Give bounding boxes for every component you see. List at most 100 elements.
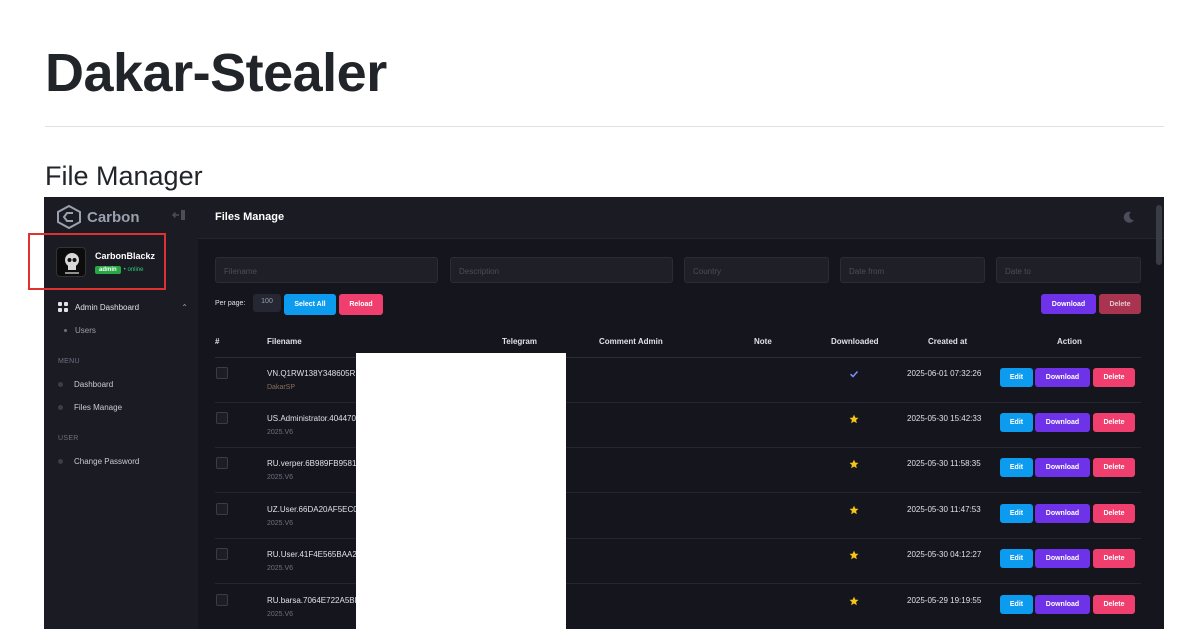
sidebar-item-users[interactable]: Users bbox=[64, 326, 96, 335]
col-header-telegram: Telegram bbox=[502, 337, 537, 346]
user-section-label: USER bbox=[58, 435, 79, 442]
filename-filter-input[interactable]: Filename bbox=[215, 257, 438, 283]
brand-name: Carbon bbox=[87, 208, 140, 226]
delete-button[interactable]: Delete bbox=[1093, 458, 1135, 477]
table-row: RU.User.41F4E565BAA2 2025.V6 2025-05-30 04… bbox=[198, 539, 1164, 584]
edit-button[interactable]: Edit bbox=[1000, 549, 1033, 568]
row-description: 2025.V6 bbox=[267, 565, 294, 572]
row-checkbox[interactable] bbox=[216, 548, 228, 560]
row-filename[interactable]: RU.barsa.7064E722A5BF bbox=[267, 596, 360, 605]
row-description: 2025.V6 bbox=[267, 474, 294, 481]
menu-section-label: MENU bbox=[58, 358, 80, 365]
collapse-sidebar-icon[interactable] bbox=[172, 209, 186, 221]
lock-icon bbox=[58, 459, 63, 464]
per-page-select[interactable]: 100 bbox=[253, 294, 281, 312]
col-header-comment-admin: Comment Admin bbox=[599, 337, 663, 346]
download-button[interactable]: Download bbox=[1035, 595, 1090, 614]
row-description: 2025.V6 bbox=[267, 429, 294, 436]
date-from-input[interactable]: Date from bbox=[840, 257, 985, 283]
sidebar-item-admin-dashboard[interactable]: Admin Dashboard ⌃ bbox=[58, 302, 188, 312]
row-description: 2025.V6 bbox=[267, 611, 294, 618]
star-icon bbox=[849, 459, 859, 469]
download-button[interactable]: Download bbox=[1035, 368, 1090, 387]
sidebar-item-label: Admin Dashboard bbox=[75, 302, 140, 312]
delete-button[interactable]: Delete bbox=[1093, 504, 1135, 523]
edit-button[interactable]: Edit bbox=[1000, 458, 1033, 477]
row-filename[interactable]: RU.verper.6B989FB9581 bbox=[267, 459, 356, 468]
redaction-block bbox=[356, 353, 566, 629]
files-icon bbox=[58, 405, 63, 410]
table-row: UZ.User.66DA20AF5EC0 2025.V6 2025-05-30 11… bbox=[198, 494, 1164, 539]
page-title: Dakar-Stealer bbox=[45, 43, 387, 103]
dashboard-icon bbox=[58, 382, 63, 387]
dashboard-grid-icon bbox=[58, 302, 68, 312]
table-row: RU.verper.6B989FB9581 2025.V6 2025-05-30 1… bbox=[198, 448, 1164, 493]
row-filename[interactable]: VN.Q1RW138Y348605RE bbox=[267, 369, 361, 378]
top-bar: Files Manage bbox=[198, 197, 1164, 239]
delete-button[interactable]: Delete bbox=[1093, 368, 1135, 387]
reload-button[interactable]: Reload bbox=[339, 294, 383, 315]
bulk-delete-button[interactable]: Delete bbox=[1099, 294, 1141, 314]
col-header-downloaded: Downloaded bbox=[831, 337, 879, 346]
edit-button[interactable]: Edit bbox=[1000, 368, 1033, 387]
sidebar-item-dashboard[interactable]: Dashboard bbox=[58, 380, 113, 389]
sidebar-item-label: Dashboard bbox=[74, 380, 114, 389]
sidebar-item-files-manage[interactable]: Files Manage bbox=[58, 403, 122, 412]
carbon-logo-icon bbox=[57, 205, 81, 229]
delete-button[interactable]: Delete bbox=[1093, 595, 1135, 614]
star-icon bbox=[849, 505, 859, 515]
delete-button[interactable]: Delete bbox=[1093, 549, 1135, 568]
description-filter-input[interactable]: Description bbox=[450, 257, 673, 283]
title-divider bbox=[45, 126, 1164, 127]
row-checkbox[interactable] bbox=[216, 412, 228, 424]
scrollbar[interactable] bbox=[1156, 205, 1162, 265]
col-header-index: # bbox=[215, 337, 220, 346]
download-button[interactable]: Download bbox=[1035, 458, 1090, 477]
moon-icon[interactable] bbox=[1122, 210, 1136, 224]
table-row: RU.barsa.7064E722A5BF 2025.V6 2025-05-29 1… bbox=[198, 585, 1164, 629]
edit-button[interactable]: Edit bbox=[1000, 595, 1033, 614]
col-header-note: Note bbox=[754, 337, 772, 346]
sidebar-item-label: Users bbox=[75, 326, 96, 335]
sidebar-item-label: Files Manage bbox=[74, 403, 123, 412]
files-manage-title: Files Manage bbox=[215, 211, 285, 223]
sidebar-item-change-password[interactable]: Change Password bbox=[58, 457, 139, 466]
date-to-input[interactable]: Date to bbox=[996, 257, 1141, 283]
row-filename[interactable]: RU.User.41F4E565BAA2 bbox=[267, 550, 357, 559]
star-icon bbox=[849, 414, 859, 424]
row-description: DakarSP bbox=[267, 384, 296, 391]
row-created-at: 2025-05-30 11:58:35 bbox=[907, 459, 981, 468]
sidebar-item-label: Change Password bbox=[74, 457, 140, 466]
panel-screenshot: Carbon CarbonBlackz admin • online Admin… bbox=[44, 197, 1164, 629]
download-button[interactable]: Download bbox=[1035, 549, 1090, 568]
col-header-action: Action bbox=[1057, 337, 1082, 346]
edit-button[interactable]: Edit bbox=[1000, 413, 1033, 432]
per-page-label: Per page: bbox=[215, 300, 246, 307]
row-created-at: 2025-05-29 19:19:55 bbox=[907, 596, 982, 605]
chevron-up-icon: ⌃ bbox=[181, 302, 188, 312]
row-checkbox[interactable] bbox=[216, 457, 228, 469]
download-button[interactable]: Download bbox=[1035, 504, 1090, 523]
star-icon bbox=[849, 596, 859, 606]
row-filename[interactable]: US.Administrator.404470 bbox=[267, 414, 356, 423]
bulk-download-button[interactable]: Download bbox=[1041, 294, 1096, 314]
row-checkbox[interactable] bbox=[216, 367, 228, 379]
row-created-at: 2025-05-30 11:47:53 bbox=[907, 505, 981, 514]
delete-button[interactable]: Delete bbox=[1093, 413, 1135, 432]
row-description: 2025.V6 bbox=[267, 520, 294, 527]
check-icon bbox=[849, 370, 859, 378]
row-created-at: 2025-06-01 07:32:26 bbox=[907, 369, 982, 378]
row-created-at: 2025-05-30 15:42:33 bbox=[907, 414, 982, 423]
star-icon bbox=[849, 550, 859, 560]
select-all-button[interactable]: Select All bbox=[284, 294, 336, 315]
col-header-created-at: Created at bbox=[928, 337, 968, 346]
row-checkbox[interactable] bbox=[216, 594, 228, 606]
edit-button[interactable]: Edit bbox=[1000, 504, 1033, 523]
row-filename[interactable]: UZ.User.66DA20AF5EC0 bbox=[267, 505, 358, 514]
brand-logo[interactable]: Carbon bbox=[56, 205, 140, 229]
row-divider bbox=[215, 583, 1141, 584]
country-filter-input[interactable]: Country bbox=[684, 257, 829, 283]
download-button[interactable]: Download bbox=[1035, 413, 1090, 432]
row-checkbox[interactable] bbox=[216, 503, 228, 515]
table-row: US.Administrator.404470 2025.V6 2025-05-30… bbox=[198, 403, 1164, 448]
